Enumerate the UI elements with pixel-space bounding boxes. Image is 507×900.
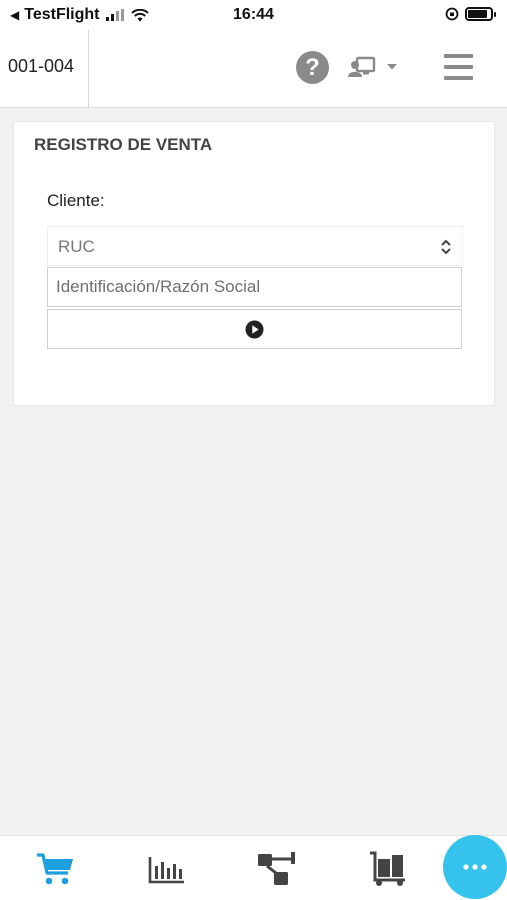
question-circle-icon[interactable]: ?	[296, 51, 329, 84]
id-type-selected: RUC	[58, 237, 95, 256]
hierarchy-icon	[258, 852, 295, 885]
nav-sales[interactable]	[36, 851, 76, 887]
client-label: Cliente:	[47, 191, 105, 210]
header-divider	[88, 30, 89, 108]
select-updown-icon	[441, 239, 451, 255]
nav-structure[interactable]	[257, 851, 297, 887]
app-header: 001-004 ?	[0, 30, 507, 108]
user-menu-button[interactable]	[348, 56, 398, 78]
status-bar-right	[445, 7, 496, 21]
status-time: 16:44	[233, 6, 274, 23]
more-dots-icon	[463, 864, 487, 870]
cart-icon	[37, 853, 73, 885]
nav-inventory[interactable]	[367, 851, 407, 887]
id-type-select[interactable]: RUC	[47, 226, 463, 266]
inventory-cart-icon	[370, 851, 405, 886]
client-id-input[interactable]	[47, 267, 462, 307]
orientation-lock-icon	[445, 7, 459, 21]
bar-chart-icon	[148, 857, 184, 884]
chevron-down-icon	[387, 64, 397, 70]
nav-reports[interactable]	[147, 851, 187, 887]
user-monitor-icon	[348, 56, 376, 77]
card-title: REGISTRO DE VENTA	[34, 135, 213, 154]
status-bar: ◀ TestFlight 16:44	[0, 0, 507, 30]
submit-client-button[interactable]	[47, 309, 462, 349]
more-options-fab[interactable]	[443, 835, 507, 899]
battery-icon	[465, 7, 496, 21]
hamburger-menu-icon[interactable]	[444, 54, 473, 80]
sale-registration-card: REGISTRO DE VENTA Cliente: RUC	[13, 121, 495, 406]
play-circle-icon	[245, 320, 264, 338]
bottom-navigation	[0, 835, 507, 900]
branch-code[interactable]: 001-004	[8, 56, 74, 77]
